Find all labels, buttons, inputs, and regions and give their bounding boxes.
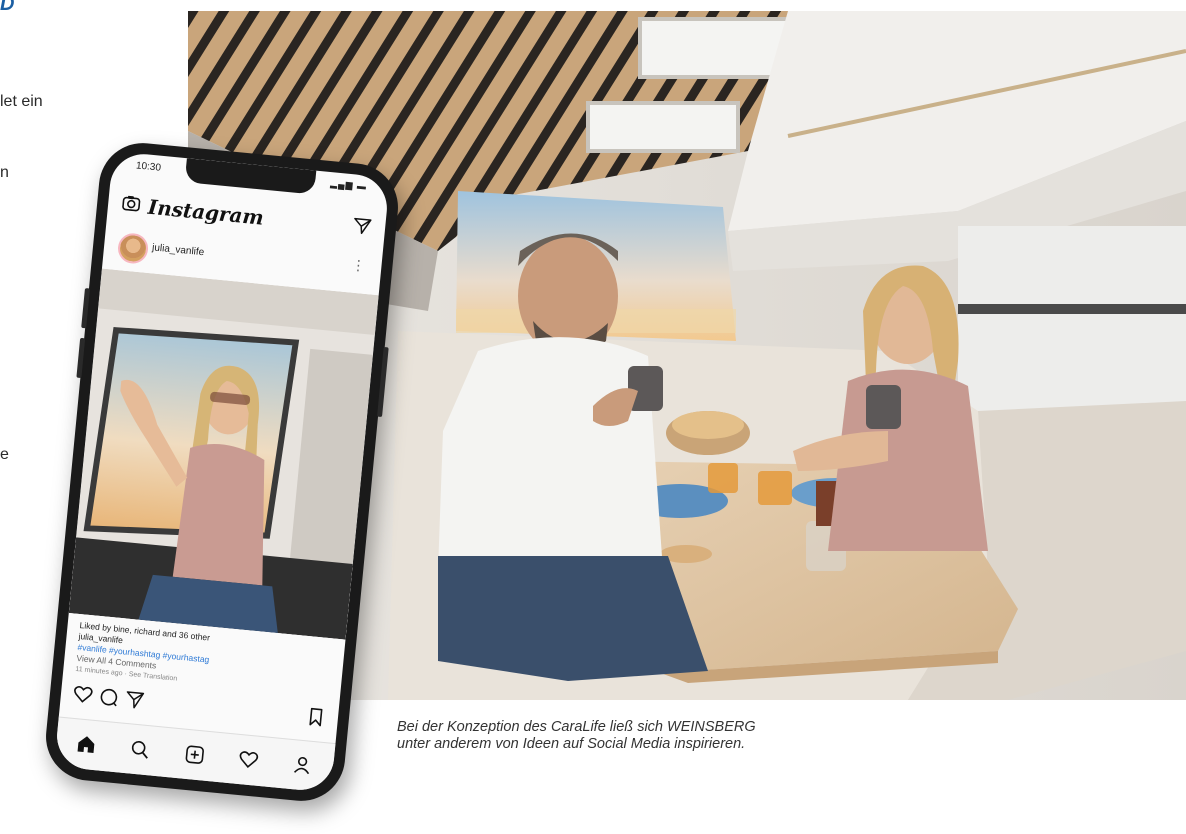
phone-screen: 10:30 ▂▄▆ ▬ Instagram julia_vanlife ⋮ Li… bbox=[54, 151, 390, 793]
status-icons: ▂▄▆ ▬ bbox=[329, 178, 368, 192]
add-icon[interactable] bbox=[184, 744, 206, 766]
phone-mockup: 10:30 ▂▄▆ ▬ Instagram julia_vanlife ⋮ Li… bbox=[42, 139, 402, 805]
comment-icon[interactable] bbox=[98, 686, 120, 708]
profile-icon[interactable] bbox=[291, 754, 313, 776]
corner-mark: D bbox=[0, 0, 15, 15]
more-options-icon[interactable]: ⋮ bbox=[351, 256, 366, 274]
search-icon[interactable] bbox=[129, 739, 151, 761]
instagram-logo: Instagram bbox=[146, 194, 265, 230]
bookmark-icon[interactable] bbox=[305, 706, 327, 728]
heart-icon[interactable] bbox=[72, 684, 94, 706]
magazine-page: D let ein n e Bei der Konzeption des Car… bbox=[0, 0, 1186, 834]
avatar[interactable] bbox=[116, 232, 150, 265]
body-text-fragment: e bbox=[0, 446, 9, 463]
status-time: 10:30 bbox=[135, 160, 162, 174]
body-text-fragment: let ein bbox=[0, 93, 43, 110]
body-text-fragment: n bbox=[0, 164, 9, 181]
photo-caption: Bei der Konzeption des CaraLife ließ sic… bbox=[397, 719, 756, 752]
post-image[interactable] bbox=[68, 268, 379, 640]
camera-icon[interactable] bbox=[122, 194, 141, 212]
activity-heart-icon[interactable] bbox=[238, 749, 260, 771]
send-icon[interactable] bbox=[352, 216, 372, 236]
post-username[interactable]: julia_vanlife bbox=[152, 242, 205, 258]
share-icon[interactable] bbox=[124, 689, 146, 711]
home-icon[interactable] bbox=[75, 733, 97, 755]
